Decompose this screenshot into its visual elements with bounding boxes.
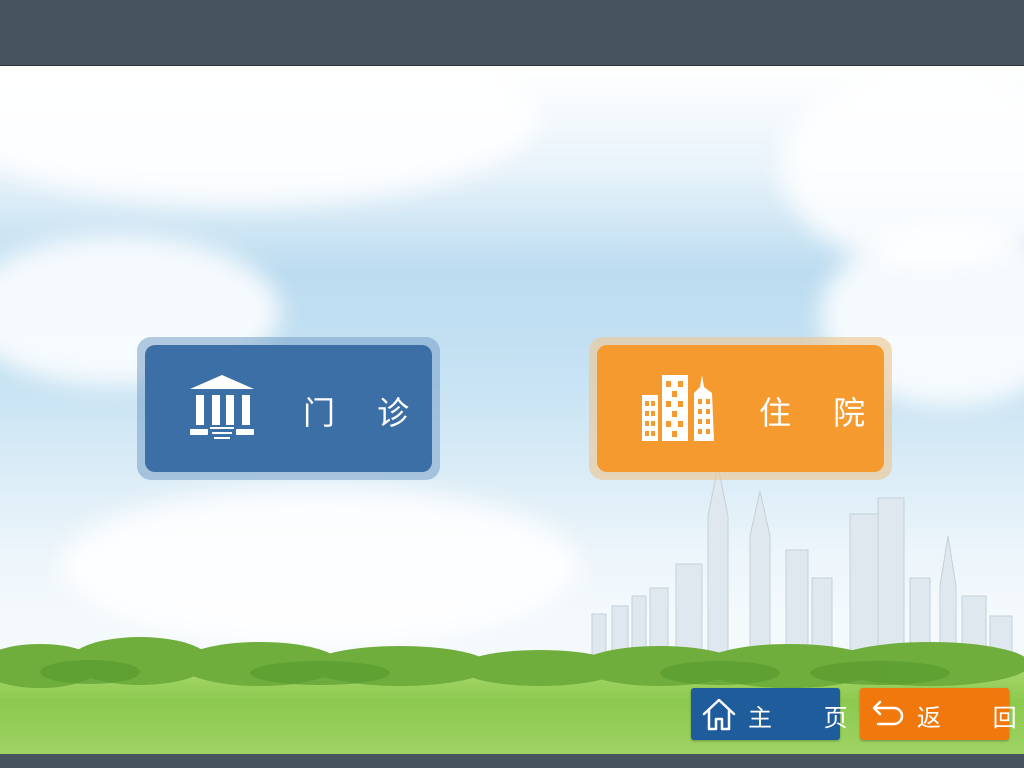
hospital-buildings-icon — [642, 375, 714, 441]
top-bar — [0, 0, 1024, 66]
home-icon — [702, 698, 736, 731]
outpatient-button[interactable]: 门 诊 — [137, 337, 440, 480]
back-button[interactable]: 返 回 — [860, 688, 1017, 740]
bottom-bar — [0, 754, 1024, 768]
outpatient-label: 门 诊 — [303, 394, 426, 432]
inpatient-button[interactable]: 住 院 — [589, 337, 892, 480]
back-arrow-icon — [872, 700, 904, 726]
home-button[interactable]: 主 页 — [691, 688, 848, 740]
back-label: 返 回 — [917, 704, 1017, 732]
inpatient-label: 住 院 — [759, 394, 882, 432]
home-label: 主 页 — [748, 704, 870, 732]
bank-building-icon — [190, 375, 254, 439]
